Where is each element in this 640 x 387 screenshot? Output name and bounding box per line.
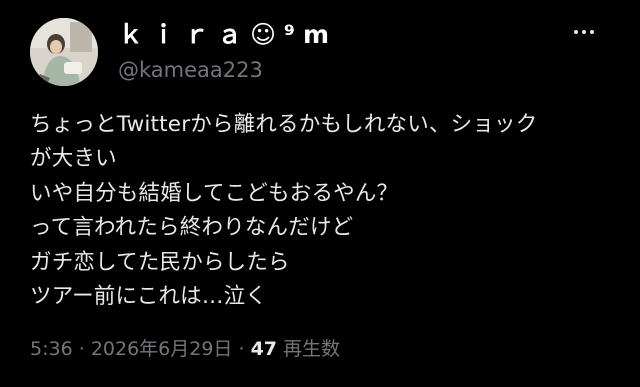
display-name[interactable]: ｋｉｒａ☺︎⁹m [118,20,337,50]
tweet-metadata: 5:36 · 2026年6月29日 · 47 再生数 [30,336,340,362]
tweet-date[interactable]: 2026年6月29日 [91,338,233,360]
avatar[interactable] [30,18,98,86]
tweet-line: いや自分も結婚してこどもおるやん？ [30,180,399,206]
tweet-line: って言われたら終わりなんだけど [30,215,354,241]
more-horizontal-icon-dot [582,30,586,34]
meta-separator: · [238,338,245,360]
tweet-line: ツアー前にこれは…泣く [30,284,267,310]
views-label: 再生数 [283,338,341,360]
tweet-line: が大きい [30,146,117,172]
user-handle[interactable]: @kameaa223 [118,57,263,83]
tweet-time[interactable]: 5:36 [30,338,73,360]
avatar-photo-icon [30,18,98,86]
meta-separator: · [78,338,85,360]
more-options-button[interactable] [566,20,602,44]
more-horizontal-icon [574,30,578,34]
tweet-line: ちょっとTwitterから離れるかもしれない、ショック [30,112,538,137]
tweet-line: ガチ恋してた民からしたら [30,249,290,275]
more-horizontal-icon-dot [590,30,594,34]
views-count: 47 [250,338,278,360]
tweet-card: ｋｉｒａ☺︎⁹m @kameaa223 ちょっとTwitterから離れるかもしれ… [0,0,640,387]
tweet-text: ちょっとTwitterから離れるかもしれない、ショック が大きい いや自分も結婚… [30,108,630,314]
